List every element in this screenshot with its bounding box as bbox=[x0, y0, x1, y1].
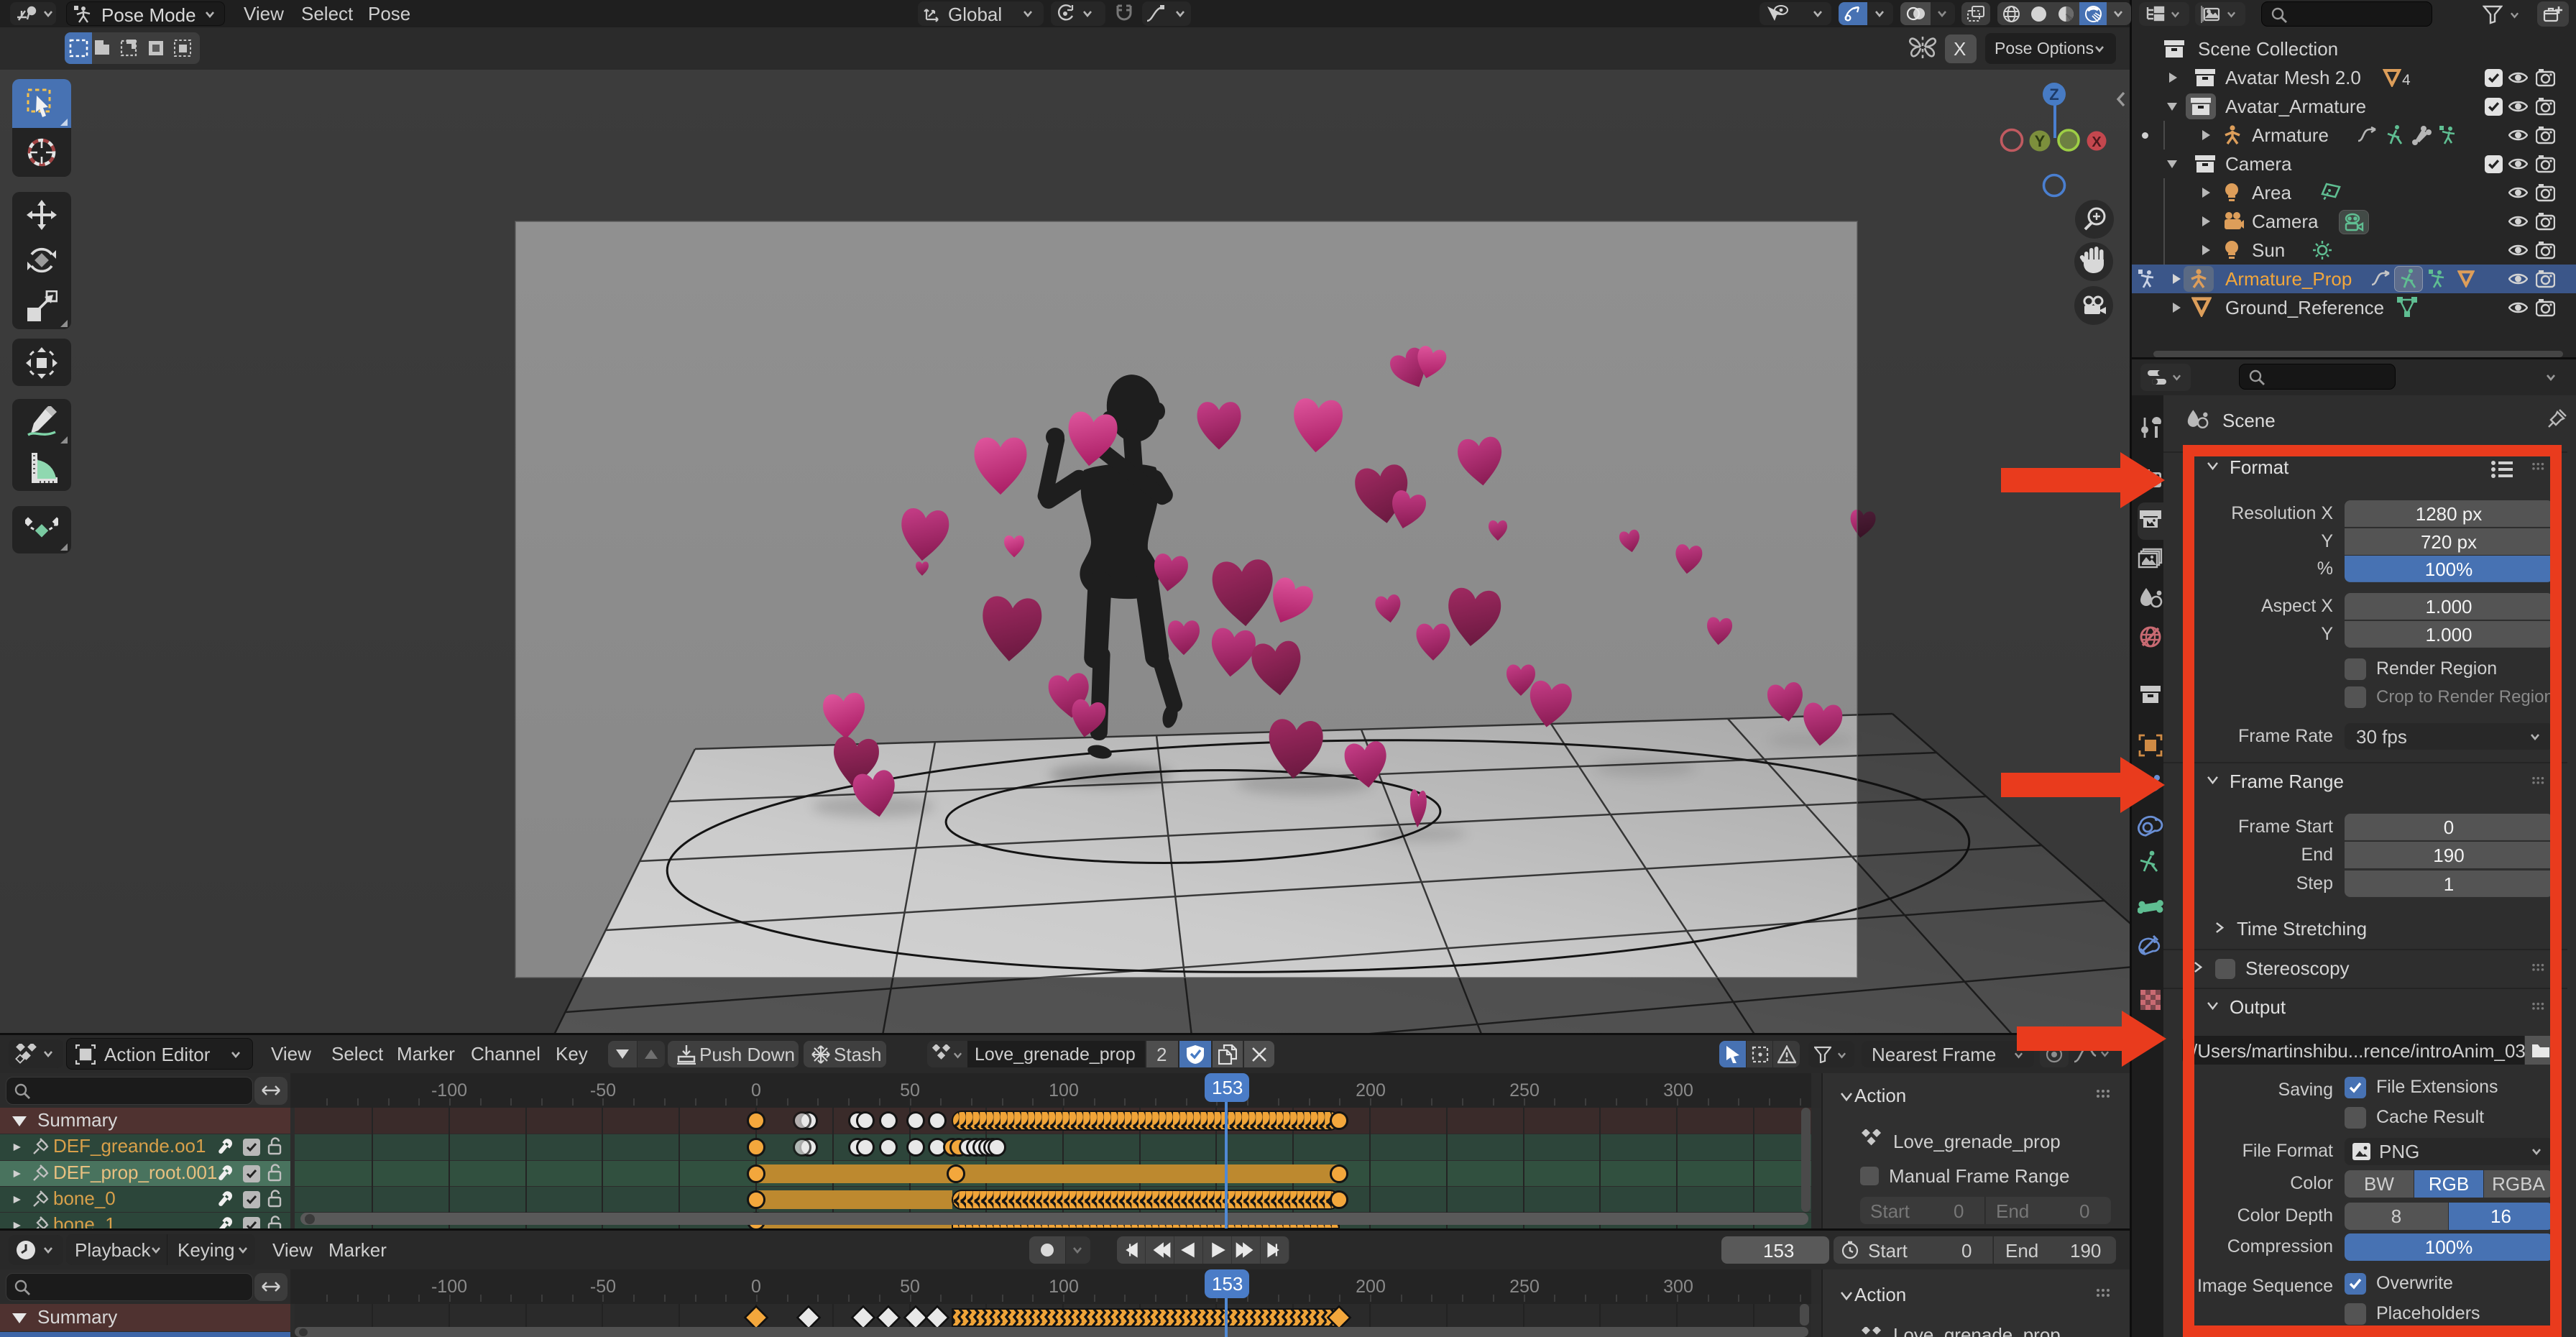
svg-text:Y: Y bbox=[2035, 132, 2046, 150]
svg-text:Z: Z bbox=[2049, 86, 2058, 104]
svg-text:X: X bbox=[2092, 134, 2102, 150]
